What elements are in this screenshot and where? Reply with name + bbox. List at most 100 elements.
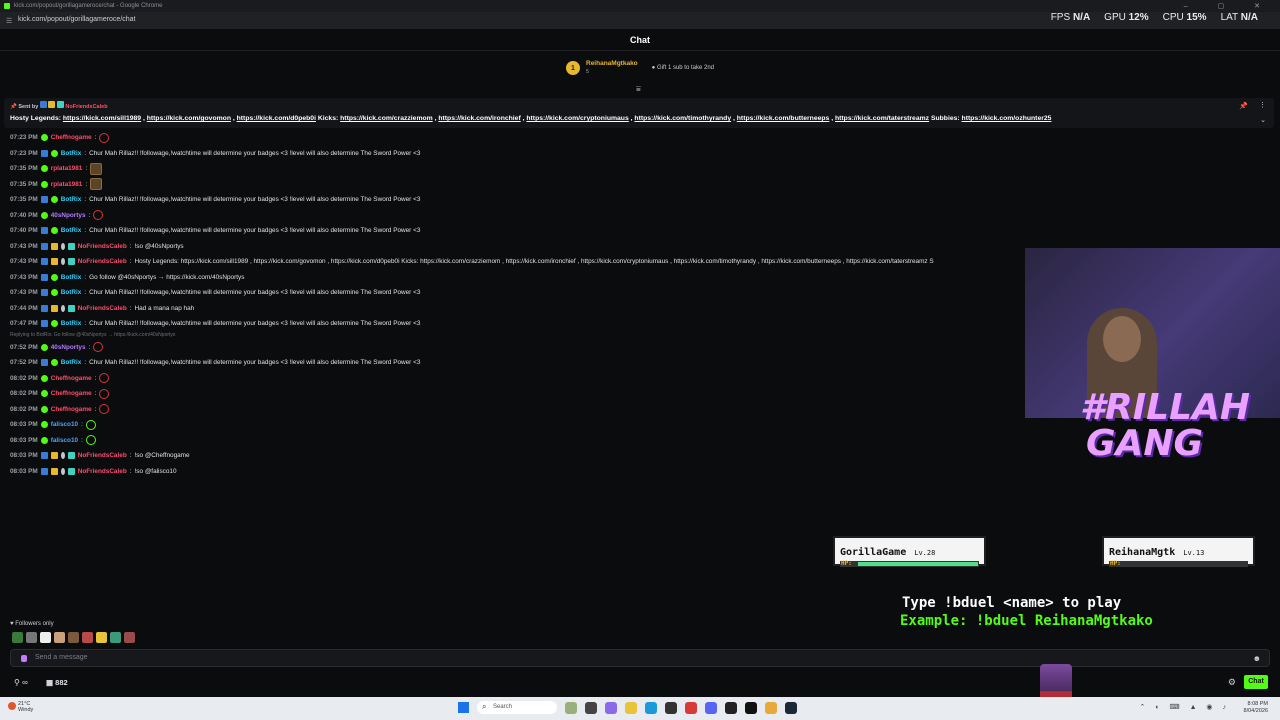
edge-icon[interactable] bbox=[645, 701, 657, 714]
message-username[interactable]: Cheffnogame bbox=[51, 406, 92, 413]
emote-icon[interactable] bbox=[68, 632, 79, 643]
message-username[interactable]: BotRix bbox=[61, 274, 82, 281]
chrome-icon[interactable] bbox=[765, 701, 777, 714]
message-username[interactable]: NoFriendsCaleb bbox=[78, 452, 127, 459]
app-icon[interactable] bbox=[685, 701, 697, 714]
pinned-link[interactable]: https://kick.com/sill1989 bbox=[63, 115, 141, 122]
emote-icon[interactable] bbox=[99, 373, 110, 384]
user-badge-icon[interactable] bbox=[40, 304, 48, 312]
user-badge-icon[interactable] bbox=[50, 227, 58, 235]
emote-icon[interactable] bbox=[93, 342, 104, 353]
pinned-link[interactable]: https://kick.com/cryptoniumaus bbox=[526, 115, 628, 122]
pinned-link[interactable]: https://kick.com/taterstreamz bbox=[835, 115, 929, 122]
message-username[interactable]: NoFriendsCaleb bbox=[78, 468, 127, 475]
chevron-down-icon[interactable]: ⌄ bbox=[1260, 116, 1266, 124]
emote-icon[interactable] bbox=[93, 210, 104, 221]
user-badge-icon[interactable] bbox=[67, 467, 75, 475]
user-badge-icon[interactable] bbox=[40, 149, 48, 157]
emote-icon[interactable] bbox=[99, 404, 110, 415]
user-badge-icon[interactable] bbox=[40, 421, 48, 429]
app-icon[interactable] bbox=[665, 701, 677, 714]
pinned-link[interactable]: https://kick.com/timothyrandy bbox=[634, 115, 731, 122]
user-badge-icon[interactable] bbox=[40, 196, 48, 204]
pinned-link[interactable]: https://kick.com/govomon bbox=[147, 115, 231, 122]
message-username[interactable]: NoFriendsCaleb bbox=[78, 305, 127, 312]
widgets-icon[interactable] bbox=[565, 701, 577, 714]
emote-icon[interactable] bbox=[26, 632, 37, 643]
user-badge-icon[interactable] bbox=[40, 467, 48, 475]
message-username[interactable]: Cheffnogame bbox=[51, 134, 92, 141]
user-badge-icon[interactable] bbox=[60, 467, 65, 475]
windows-start-icon[interactable] bbox=[458, 702, 469, 713]
pinned-link[interactable]: https://kick.com/ozhunter25 bbox=[962, 115, 1052, 122]
message-username[interactable]: Cheffnogame bbox=[51, 390, 92, 397]
emote-icon[interactable] bbox=[110, 632, 121, 643]
message-username[interactable]: BotRix bbox=[61, 320, 82, 327]
pinned-link[interactable]: https://kick.com/crazziemom bbox=[340, 115, 433, 122]
user-badge-icon[interactable] bbox=[50, 196, 58, 204]
steam-icon[interactable] bbox=[785, 701, 797, 714]
weather-icon[interactable] bbox=[8, 702, 16, 710]
more-options-icon[interactable]: ⋮ bbox=[1259, 101, 1266, 109]
message-username[interactable]: BotRix bbox=[61, 289, 82, 296]
user-badge-icon[interactable] bbox=[40, 390, 48, 398]
user-badge-icon[interactable] bbox=[40, 289, 48, 297]
user-badge-icon[interactable] bbox=[40, 227, 48, 235]
user-badge-icon[interactable] bbox=[50, 258, 58, 266]
emote-icon[interactable] bbox=[90, 162, 103, 175]
user-badge-icon[interactable] bbox=[40, 180, 48, 188]
app-icon[interactable] bbox=[745, 701, 757, 714]
message-username[interactable]: BotRix bbox=[61, 150, 82, 157]
expand-filter-icon[interactable]: ⩸ bbox=[636, 84, 641, 94]
emoji-icon[interactable]: ☻ bbox=[1253, 654, 1261, 663]
user-badge-icon[interactable] bbox=[60, 242, 65, 250]
emote-bar[interactable] bbox=[12, 632, 135, 643]
user-badge-icon[interactable] bbox=[40, 405, 48, 413]
user-badge-icon[interactable] bbox=[67, 452, 75, 460]
emote-icon[interactable] bbox=[124, 632, 135, 643]
user-badge-icon[interactable] bbox=[40, 436, 48, 444]
unpin-icon[interactable]: 📌 bbox=[1239, 102, 1248, 110]
emote-icon[interactable] bbox=[85, 435, 96, 446]
message-username[interactable]: Cheffnogame bbox=[51, 375, 92, 382]
gear-icon[interactable]: ⚙ bbox=[1228, 677, 1236, 688]
discord-icon[interactable] bbox=[705, 701, 717, 714]
send-chat-button[interactable]: Chat bbox=[1244, 675, 1268, 689]
user-badge-icon[interactable] bbox=[40, 134, 48, 142]
user-badge-icon[interactable] bbox=[40, 242, 48, 250]
user-badge-icon[interactable] bbox=[40, 273, 48, 281]
emote-icon[interactable] bbox=[85, 419, 96, 430]
user-badge-icon[interactable] bbox=[60, 304, 65, 312]
file-explorer-icon[interactable] bbox=[625, 701, 637, 714]
user-badge-icon[interactable] bbox=[40, 211, 48, 219]
chat-identity-icon[interactable] bbox=[21, 655, 27, 662]
emote-icon[interactable] bbox=[54, 632, 65, 643]
user-badge-icon[interactable] bbox=[50, 467, 58, 475]
message-username[interactable]: NoFriendsCaleb bbox=[78, 243, 127, 250]
user-badge-icon[interactable] bbox=[40, 374, 48, 382]
user-badge-icon[interactable] bbox=[67, 258, 75, 266]
system-tray-icons[interactable]: ⌃ ◐ ⌨ ▲ ◉ ♪ bbox=[1140, 703, 1230, 711]
user-badge-icon[interactable] bbox=[40, 258, 48, 266]
infinity-icon[interactable]: ⚲ ∞ bbox=[14, 678, 28, 687]
window-controls[interactable]: – ▢ ✕ bbox=[1184, 2, 1274, 10]
user-badge-icon[interactable] bbox=[40, 320, 48, 328]
user-badge-icon[interactable] bbox=[50, 304, 58, 312]
task-view-icon[interactable] bbox=[585, 701, 597, 714]
message-username[interactable]: BotRix bbox=[61, 359, 82, 366]
message-username[interactable]: BotRix bbox=[61, 196, 82, 203]
pinned-sender-name[interactable]: NoFriendsCaleb bbox=[65, 104, 107, 110]
user-badge-icon[interactable] bbox=[60, 452, 65, 460]
message-username[interactable]: rplata1981 bbox=[51, 181, 83, 188]
user-badge-icon[interactable] bbox=[50, 359, 58, 367]
emote-icon[interactable] bbox=[99, 132, 110, 143]
emote-icon[interactable] bbox=[40, 632, 51, 643]
user-badge-icon[interactable] bbox=[67, 242, 75, 250]
url-text[interactable]: kick.com/popout/gorillagameroce/chat bbox=[18, 16, 136, 23]
user-badge-icon[interactable] bbox=[60, 258, 65, 266]
user-badge-icon[interactable] bbox=[50, 273, 58, 281]
emote-icon[interactable] bbox=[82, 632, 93, 643]
pinned-link[interactable]: https://kick.com/ironchief bbox=[438, 115, 520, 122]
copilot-icon[interactable] bbox=[605, 701, 617, 714]
user-badge-icon[interactable] bbox=[50, 242, 58, 250]
